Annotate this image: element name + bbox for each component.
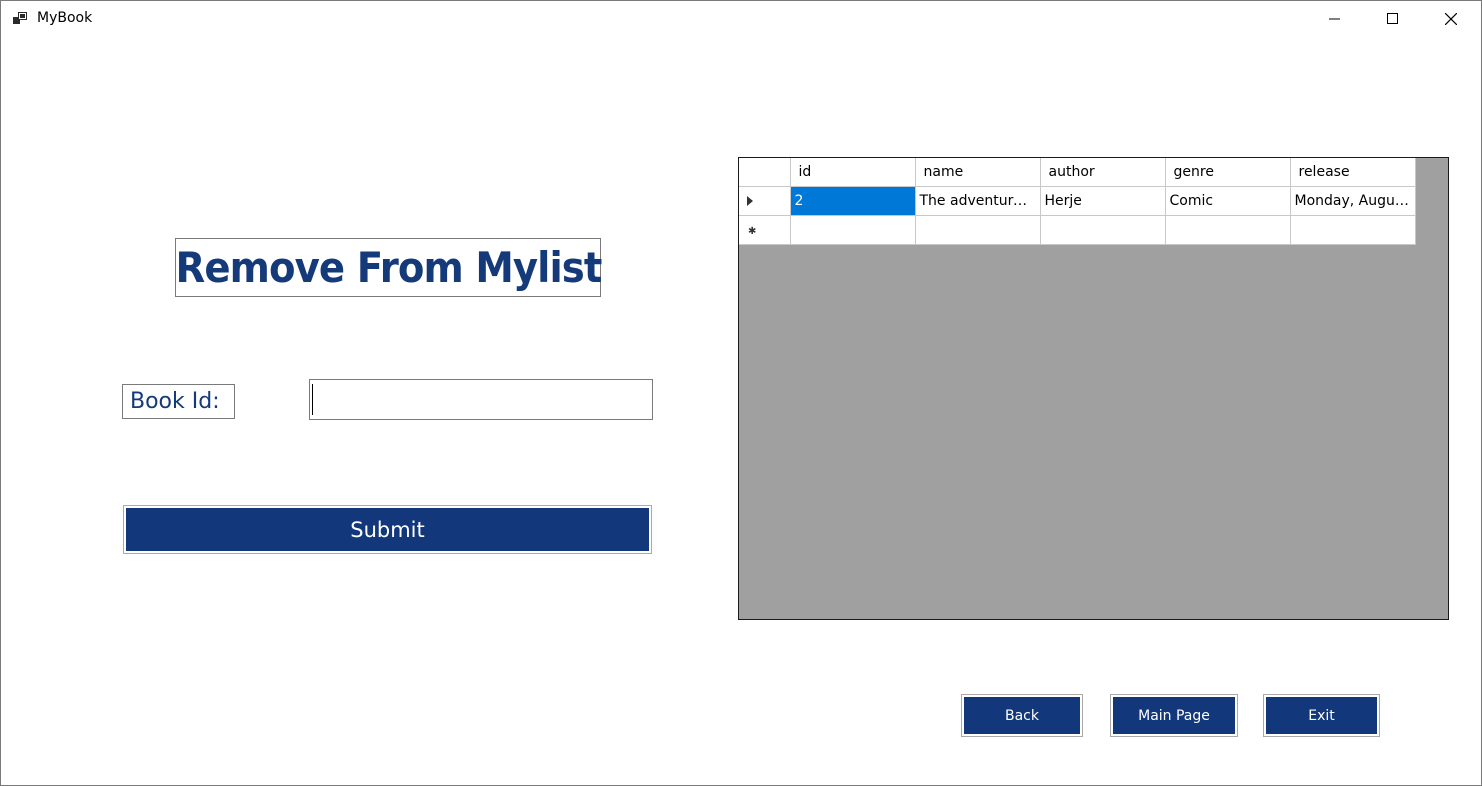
close-icon	[1445, 13, 1457, 25]
maximize-button[interactable]	[1364, 1, 1422, 37]
grid-cell-release[interactable]: Monday, Augus...	[1290, 186, 1416, 216]
minimize-button[interactable]	[1306, 1, 1364, 37]
book-id-input[interactable]	[309, 379, 653, 420]
table-row[interactable]: 2 The adventure ... Herje Comic Monday, …	[739, 186, 1416, 216]
main-window: MyBook Remove From Mylist Book Id: Submi…	[0, 0, 1482, 786]
new-row-asterisk-icon: ✱	[748, 225, 757, 237]
page-heading: Remove From Mylist	[175, 243, 602, 292]
books-data-grid[interactable]: id name author genre release 2 The adven…	[738, 157, 1449, 620]
close-button[interactable]	[1422, 1, 1480, 37]
column-header-release[interactable]: release	[1290, 158, 1416, 187]
minimize-icon	[1329, 18, 1340, 20]
grid-table: id name author genre release 2 The adven…	[739, 158, 1416, 245]
grid-cell-id[interactable]: 2	[790, 186, 916, 216]
current-row-arrow-icon	[747, 195, 753, 206]
grid-cell-author[interactable]: Herje	[1040, 186, 1166, 216]
main-page-button-label: Main Page	[1113, 697, 1235, 734]
submit-button[interactable]: Submit	[123, 505, 652, 554]
grid-corner-header[interactable]	[739, 158, 791, 187]
submit-button-label: Submit	[126, 508, 649, 551]
back-button-label: Back	[964, 697, 1080, 734]
back-button[interactable]: Back	[961, 694, 1083, 737]
grid-cell-genre[interactable]: Comic	[1165, 186, 1291, 216]
book-id-label: Book Id:	[130, 389, 220, 414]
grid-header-row: id name author genre release	[739, 158, 1416, 187]
new-cell-id[interactable]	[790, 215, 916, 245]
app-icon	[13, 11, 29, 25]
row-header-new[interactable]: ✱	[739, 215, 791, 245]
new-cell-release[interactable]	[1290, 215, 1416, 245]
column-header-genre[interactable]: genre	[1165, 158, 1291, 187]
new-cell-name[interactable]	[915, 215, 1041, 245]
text-caret	[312, 384, 313, 415]
new-cell-author[interactable]	[1040, 215, 1166, 245]
title-bar[interactable]: MyBook	[1, 1, 1481, 37]
book-id-label-box: Book Id:	[122, 384, 235, 419]
page-heading-box: Remove From Mylist	[175, 238, 602, 297]
row-header-current[interactable]	[739, 186, 791, 216]
column-header-author[interactable]: author	[1040, 158, 1166, 187]
column-header-id[interactable]: id	[790, 158, 916, 187]
main-page-button[interactable]: Main Page	[1110, 694, 1238, 737]
new-row[interactable]: ✱	[739, 215, 1416, 245]
window-title: MyBook	[37, 10, 93, 26]
new-cell-genre[interactable]	[1165, 215, 1291, 245]
exit-button-label: Exit	[1266, 697, 1377, 734]
exit-button[interactable]: Exit	[1263, 694, 1380, 737]
grid-cell-name[interactable]: The adventure ...	[915, 186, 1041, 216]
maximize-icon	[1387, 13, 1398, 24]
column-header-name[interactable]: name	[915, 158, 1041, 187]
